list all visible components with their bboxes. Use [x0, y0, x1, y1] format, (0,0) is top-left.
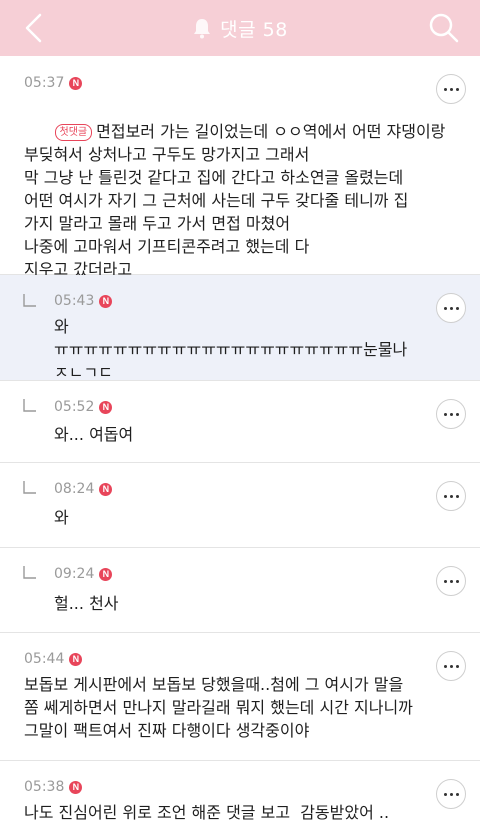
- comment-meta: 05:43 N: [54, 293, 113, 309]
- comment-meta: 05:52 N: [54, 399, 113, 415]
- new-badge: N: [69, 652, 83, 666]
- comment-text: 나도 진심어린 위로 조언 해준 댓글 보고 감동받았어 ..: [24, 803, 390, 822]
- comment-time: 08:24: [54, 481, 95, 497]
- comment-time: 05:44: [24, 651, 65, 667]
- more-options-button[interactable]: [436, 481, 466, 511]
- comment-time: 05:52: [54, 399, 95, 415]
- more-options-button[interactable]: [436, 74, 466, 104]
- reply-item: 05:43 N 와 ㅠㅠㅠㅠㅠㅠㅠㅠㅠㅠㅠㅠㅠㅠㅠㅠㅠㅠㅠㅠㅠ눈물나 ㅈㄴㄱㄷ: [0, 275, 480, 382]
- new-badge: N: [99, 482, 113, 496]
- bell-icon: [194, 19, 211, 39]
- comment-meta: 05:37 N: [24, 75, 83, 91]
- comment-text: 면접보러 가는 길이었는데 ㅇㅇ역에서 어떤 쟈댕이랑 부딪혀서 상처나고 구두…: [24, 122, 446, 279]
- comment-item: 05:37 N 첫댓글 면접보러 가는 길이었는데 ㅇㅇ역에서 어떤 쟈댕이랑 부…: [0, 56, 480, 279]
- new-badge: N: [99, 294, 113, 308]
- comment-meta: 05:38 N: [24, 779, 83, 795]
- comment-time: 09:24: [54, 566, 95, 582]
- reply-arrow-icon: [23, 399, 36, 412]
- comment-text: 와 ㅠㅠㅠㅠㅠㅠㅠㅠㅠㅠㅠㅠㅠㅠㅠㅠㅠㅠㅠㅠㅠ눈물나 ㅈㄴㄱㄷ: [54, 317, 408, 382]
- back-button[interactable]: [18, 10, 54, 46]
- comment-text-wrap: 첫댓글 면접보러 가는 길이었는데 ㅇㅇ역에서 어떤 쟈댕이랑 부딪혀서 상처나고…: [24, 97, 454, 304]
- reply-item: 08:24 N 와: [0, 463, 480, 548]
- comment-item: 05:38 N 나도 진심어린 위로 조언 해준 댓글 보고 감동받았어 ..: [0, 761, 480, 830]
- reply-arrow-icon: [23, 566, 36, 579]
- comment-text: 보돕보 게시판에서 보돕보 당했을때..첨에 그 여시가 말을 쫌 쎄게하면서 …: [24, 675, 413, 740]
- comment-time: 05:38: [24, 779, 65, 795]
- first-comment-badge: 첫댓글: [54, 124, 93, 141]
- more-options-button[interactable]: [436, 293, 466, 323]
- header-bar: 댓글 58: [0, 0, 480, 56]
- reply-item: 09:24 N 헐... 천사: [0, 548, 480, 633]
- comment-meta: 09:24 N: [54, 566, 113, 582]
- comment-item: 05:44 N 보돕보 게시판에서 보돕보 당했을때..첨에 그 여시가 말을 …: [0, 633, 480, 761]
- new-badge: N: [69, 76, 83, 90]
- comment-list: 05:37 N 첫댓글 면접보러 가는 길이었는데 ㅇㅇ역에서 어떤 쟈댕이랑 부…: [0, 56, 480, 830]
- new-badge: N: [99, 400, 113, 414]
- more-options-button[interactable]: [436, 566, 466, 596]
- more-options-button[interactable]: [436, 779, 466, 809]
- comment-text: 헐... 천사: [54, 594, 119, 613]
- comment-meta: 05:44 N: [24, 651, 83, 667]
- search-icon: [429, 13, 459, 43]
- reply-item: 05:52 N 와... 여돕여: [0, 381, 480, 463]
- new-badge: N: [99, 567, 113, 581]
- new-badge: N: [69, 780, 83, 794]
- comment-time: 05:43: [54, 293, 95, 309]
- more-options-button[interactable]: [436, 651, 466, 681]
- comment-text: 와: [54, 508, 69, 527]
- comment-meta: 08:24 N: [54, 481, 113, 497]
- comment-text: 와... 여돕여: [54, 425, 134, 444]
- more-options-button[interactable]: [436, 399, 466, 429]
- header-title-group: 댓글 58: [192, 15, 288, 42]
- reply-arrow-icon: [23, 294, 36, 307]
- reply-arrow-icon: [23, 481, 36, 494]
- comment-time: 05:37: [24, 75, 65, 91]
- search-button[interactable]: [426, 10, 462, 46]
- page-title: 댓글 58: [220, 18, 288, 41]
- chevron-left-icon: [25, 13, 42, 43]
